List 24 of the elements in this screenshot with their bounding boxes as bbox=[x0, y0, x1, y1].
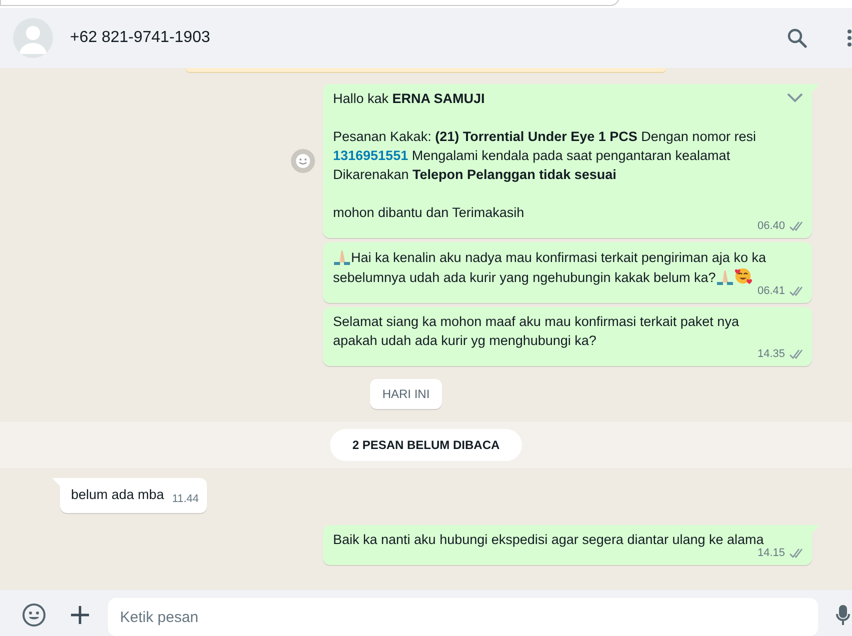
menu-icon[interactable] bbox=[847, 29, 852, 47]
date-label: HARI INI bbox=[370, 379, 442, 409]
smiling-face-icon bbox=[734, 267, 752, 285]
message-time: 06.41 bbox=[757, 284, 785, 298]
emoji-icon[interactable] bbox=[22, 603, 46, 627]
message-time: 14.15 bbox=[757, 546, 785, 560]
tracking-number-link[interactable]: 1316951551 bbox=[333, 148, 408, 163]
message-time: 14.35 bbox=[757, 347, 785, 361]
chevron-icon[interactable] bbox=[786, 92, 804, 103]
message-text: Hai ka kenalin aku nadya mau konfirmasi terkait pengiriman aja ko ka sebelumnya udah ada kurir yang ngehubungin kakak belum ka? bbox=[333, 247, 781, 287]
message-text: Selamat siang ka mohon maaf aku mau konfirmasi terkait paket nya apakah udah ada kurir yg menghubungi ka? bbox=[333, 313, 740, 350]
plus-icon[interactable] bbox=[70, 605, 90, 625]
message-text: Baik ka nanti aku hubungi ekspedisi agar segera diantar ulang ke alama bbox=[333, 531, 765, 548]
message-text: Hallo kak ERNA SAMUJI bbox=[333, 90, 486, 108]
message-time: 11.44 bbox=[172, 492, 199, 506]
message-text: mohon dibantu dan Terimakasih bbox=[333, 204, 526, 222]
message-text: Pesanan Kakak: (21) Torrential Under Eye 1 PCS Dengan nomor resi 1316951551 Mengalami kendala pada saat pengantaran kealamat Dikarenakan Telepon Pelanggan tidak sesuai bbox=[333, 128, 757, 184]
search-icon[interactable] bbox=[787, 28, 807, 48]
message-input[interactable]: Ketik pesan bbox=[108, 598, 818, 636]
message-text: belum ada mba bbox=[71, 487, 164, 502]
unread-label: 2 PESAN BELUM DIBACA bbox=[330, 429, 522, 461]
message-time: 06.40 bbox=[757, 219, 785, 233]
contact-name[interactable]: +62 821-9741-1903 bbox=[70, 26, 210, 50]
microphone-icon[interactable] bbox=[836, 604, 850, 626]
